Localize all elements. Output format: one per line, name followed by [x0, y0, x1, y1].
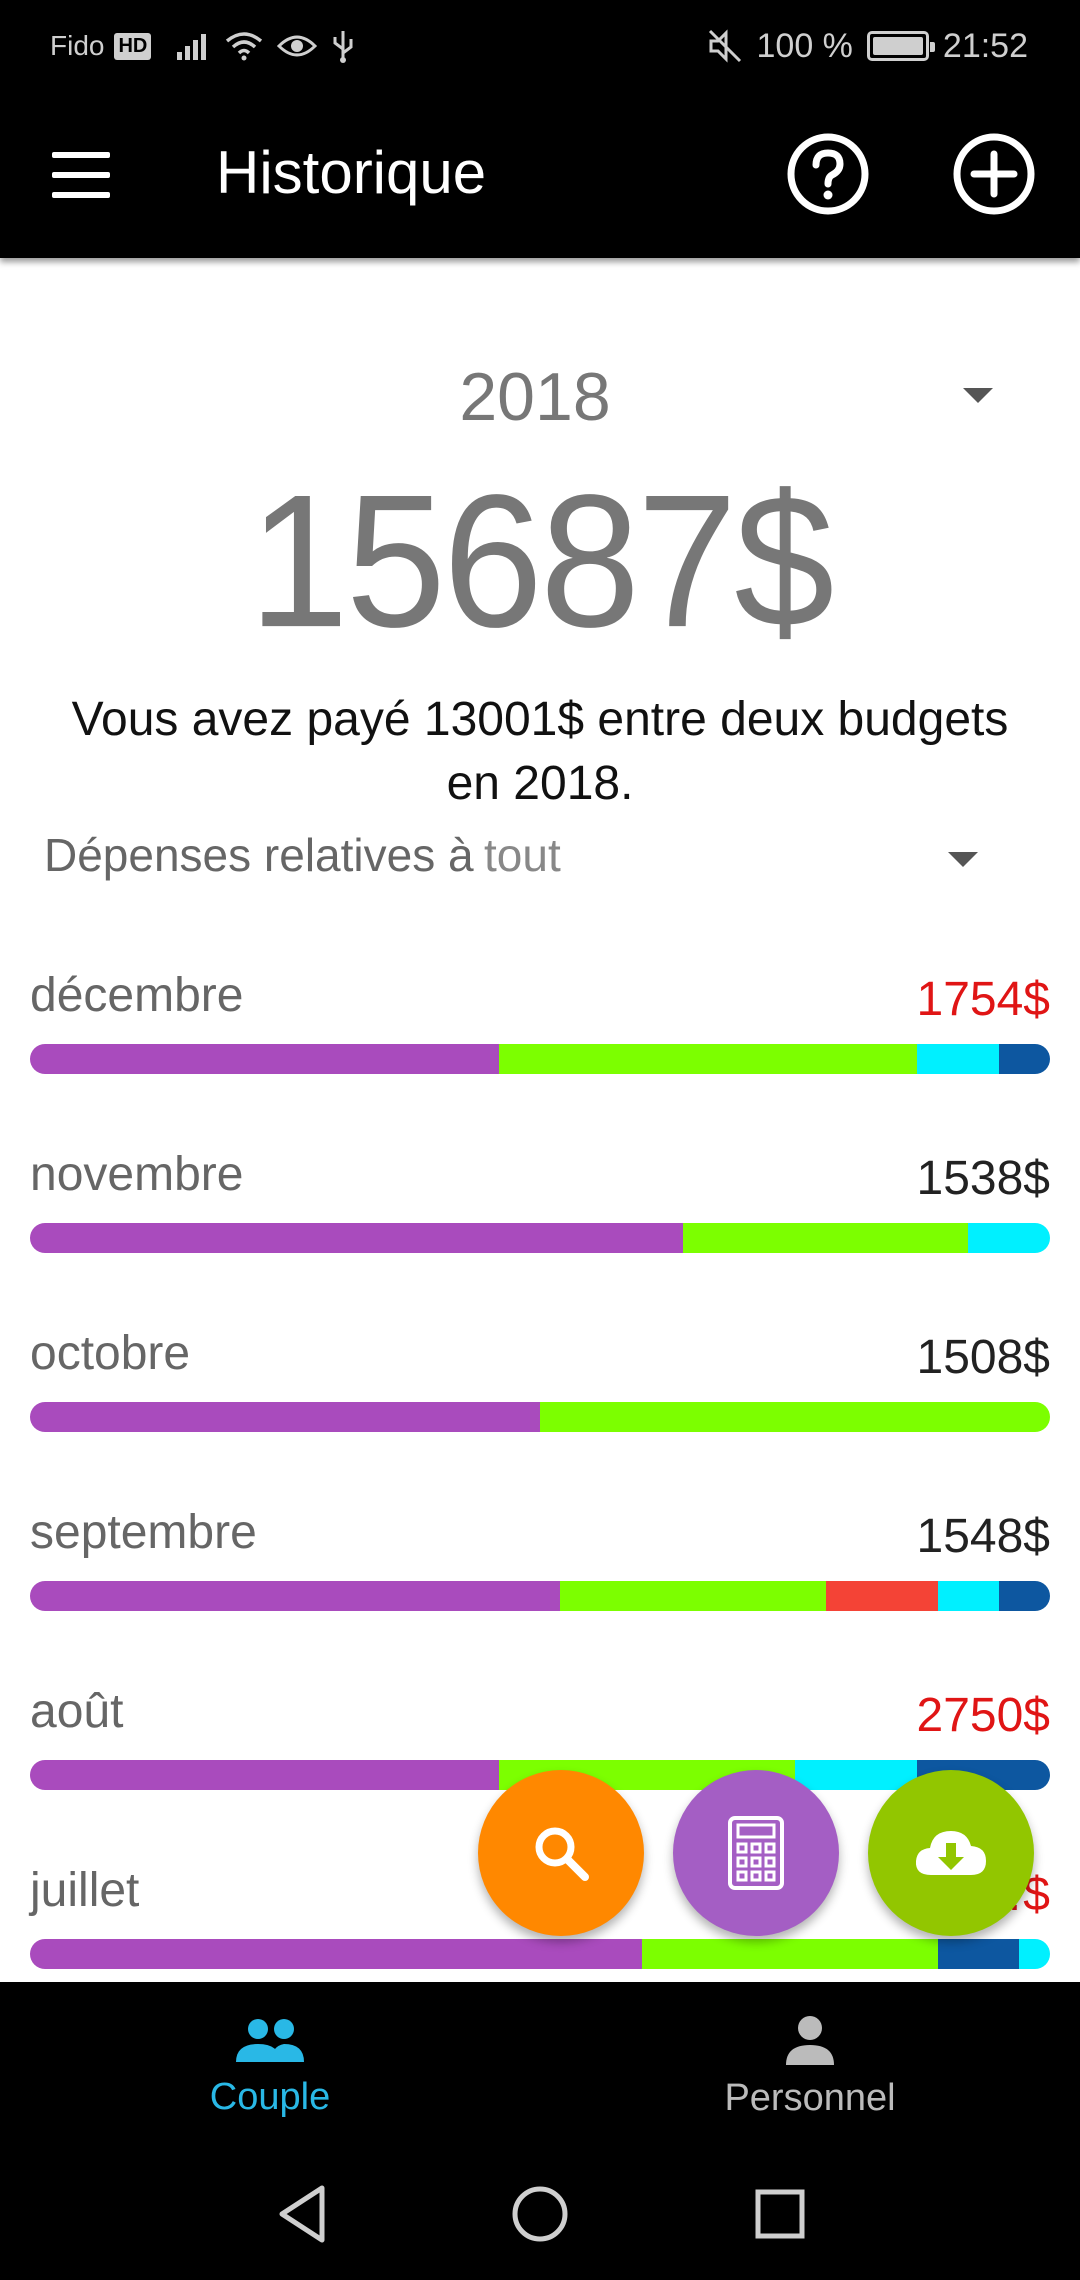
status-bar: Fido HD 100 % 21:52: [0, 0, 1080, 92]
help-icon[interactable]: [786, 132, 870, 216]
back-icon[interactable]: [274, 2182, 330, 2246]
expense-filter[interactable]: Dépenses relatives à tout: [44, 828, 1044, 898]
app-bar: Historique: [0, 92, 1080, 258]
filter-dropdown-icon[interactable]: [948, 852, 978, 867]
paid-summary-text: Vous avez payé 13001$ entre deux budgets…: [71, 693, 1009, 810]
eye-icon: [277, 35, 318, 57]
cloud-download-icon: [915, 1831, 986, 1875]
month-spending-bar: [30, 1581, 1050, 1611]
tab-couple-label: Couple: [209, 2075, 331, 2118]
spending-segment: [998, 1044, 1050, 1074]
spending-segment: [30, 1223, 683, 1253]
filter-label: Dépenses relatives à: [44, 829, 474, 881]
month-row[interactable]: novembre 1538$: [30, 1147, 1050, 1326]
month-spending-bar: [30, 1939, 1050, 1969]
search-button[interactable]: [478, 1770, 644, 1936]
tab-couple[interactable]: Couple: [0, 1982, 540, 2152]
spending-segment: [1019, 1939, 1050, 1969]
month-name: juillet: [30, 1864, 140, 1917]
spending-segment: [937, 1581, 999, 1611]
status-left: Fido HD: [50, 26, 355, 66]
bottom-navigation: Couple Personnel: [0, 1982, 1080, 2152]
tab-personnel[interactable]: Personnel: [540, 1982, 1080, 2152]
month-row[interactable]: octobre 1508$: [30, 1326, 1050, 1505]
spending-segment: [998, 1581, 1050, 1611]
month-amount: 1548$: [916, 1510, 1050, 1563]
search-icon: [535, 1827, 589, 1881]
tab-personnel-label: Personnel: [724, 2076, 896, 2119]
spending-segment: [682, 1223, 969, 1253]
calculator-button[interactable]: [673, 1770, 839, 1936]
month-spending-bar: [30, 1223, 1050, 1253]
spending-segment: [30, 1760, 500, 1790]
spending-segment: [560, 1581, 826, 1611]
month-spending-bar: [30, 1402, 1050, 1432]
month-amount: 1538$: [916, 1152, 1050, 1205]
month-name: août: [30, 1685, 124, 1738]
month-row[interactable]: décembre 1754$: [30, 968, 1050, 1147]
carrier-name: Fido: [50, 30, 105, 61]
filter-value[interactable]: tout: [484, 828, 561, 882]
month-name: décembre: [30, 969, 244, 1022]
spending-segment: [30, 1402, 540, 1432]
spending-segment: [968, 1223, 1050, 1253]
menu-icon[interactable]: [52, 152, 112, 198]
month-amount: 2750$: [916, 1689, 1050, 1742]
spending-segment: [825, 1581, 938, 1611]
total-amount: 15687$: [248, 455, 835, 668]
person-icon: [786, 2015, 834, 2065]
spending-segment: [917, 1044, 999, 1074]
year-value[interactable]: 2018: [0, 358, 1070, 436]
spending-segment: [642, 1939, 938, 1969]
month-name: septembre: [30, 1506, 257, 1559]
history-content: 2018 15687$ Vous avez payé 13001$ entre …: [0, 258, 1080, 1982]
month-spending-bar: [30, 1044, 1050, 1074]
spending-segment: [30, 1044, 500, 1074]
add-icon[interactable]: [952, 132, 1036, 216]
calculator-icon: [728, 1816, 784, 1890]
month-row[interactable]: septembre 1548$: [30, 1505, 1050, 1684]
page-title: Historique: [216, 139, 487, 206]
wifi-icon: [226, 32, 263, 61]
mute-icon: [708, 29, 741, 63]
spending-segment: [794, 1760, 918, 1790]
month-name: novembre: [30, 1148, 244, 1201]
month-amount: 1754$: [916, 973, 1050, 1026]
cloud-download-button[interactable]: [868, 1770, 1034, 1936]
home-icon[interactable]: [508, 2182, 572, 2246]
status-right: 100 % 21:52: [707, 26, 1028, 66]
month-amount: 1508$: [916, 1331, 1050, 1384]
battery-percent: 100 %: [756, 26, 853, 65]
system-navigation: [0, 2152, 1080, 2280]
month-name: octobre: [30, 1327, 191, 1380]
hd-badge: HD: [114, 32, 152, 60]
spending-segment: [540, 1402, 1050, 1432]
recents-icon[interactable]: [752, 2182, 808, 2246]
signal-icon: [177, 34, 207, 60]
spending-segment: [30, 1581, 561, 1611]
year-dropdown-icon[interactable]: [963, 388, 993, 403]
usb-icon: [333, 31, 353, 63]
spending-segment: [30, 1939, 642, 1969]
people-icon: [236, 2018, 304, 2062]
battery-icon: [866, 31, 935, 61]
spending-segment: [937, 1939, 1020, 1969]
clock: 21:52: [942, 26, 1028, 65]
spending-segment: [499, 1044, 918, 1074]
year-selector[interactable]: 2018: [0, 358, 1080, 438]
